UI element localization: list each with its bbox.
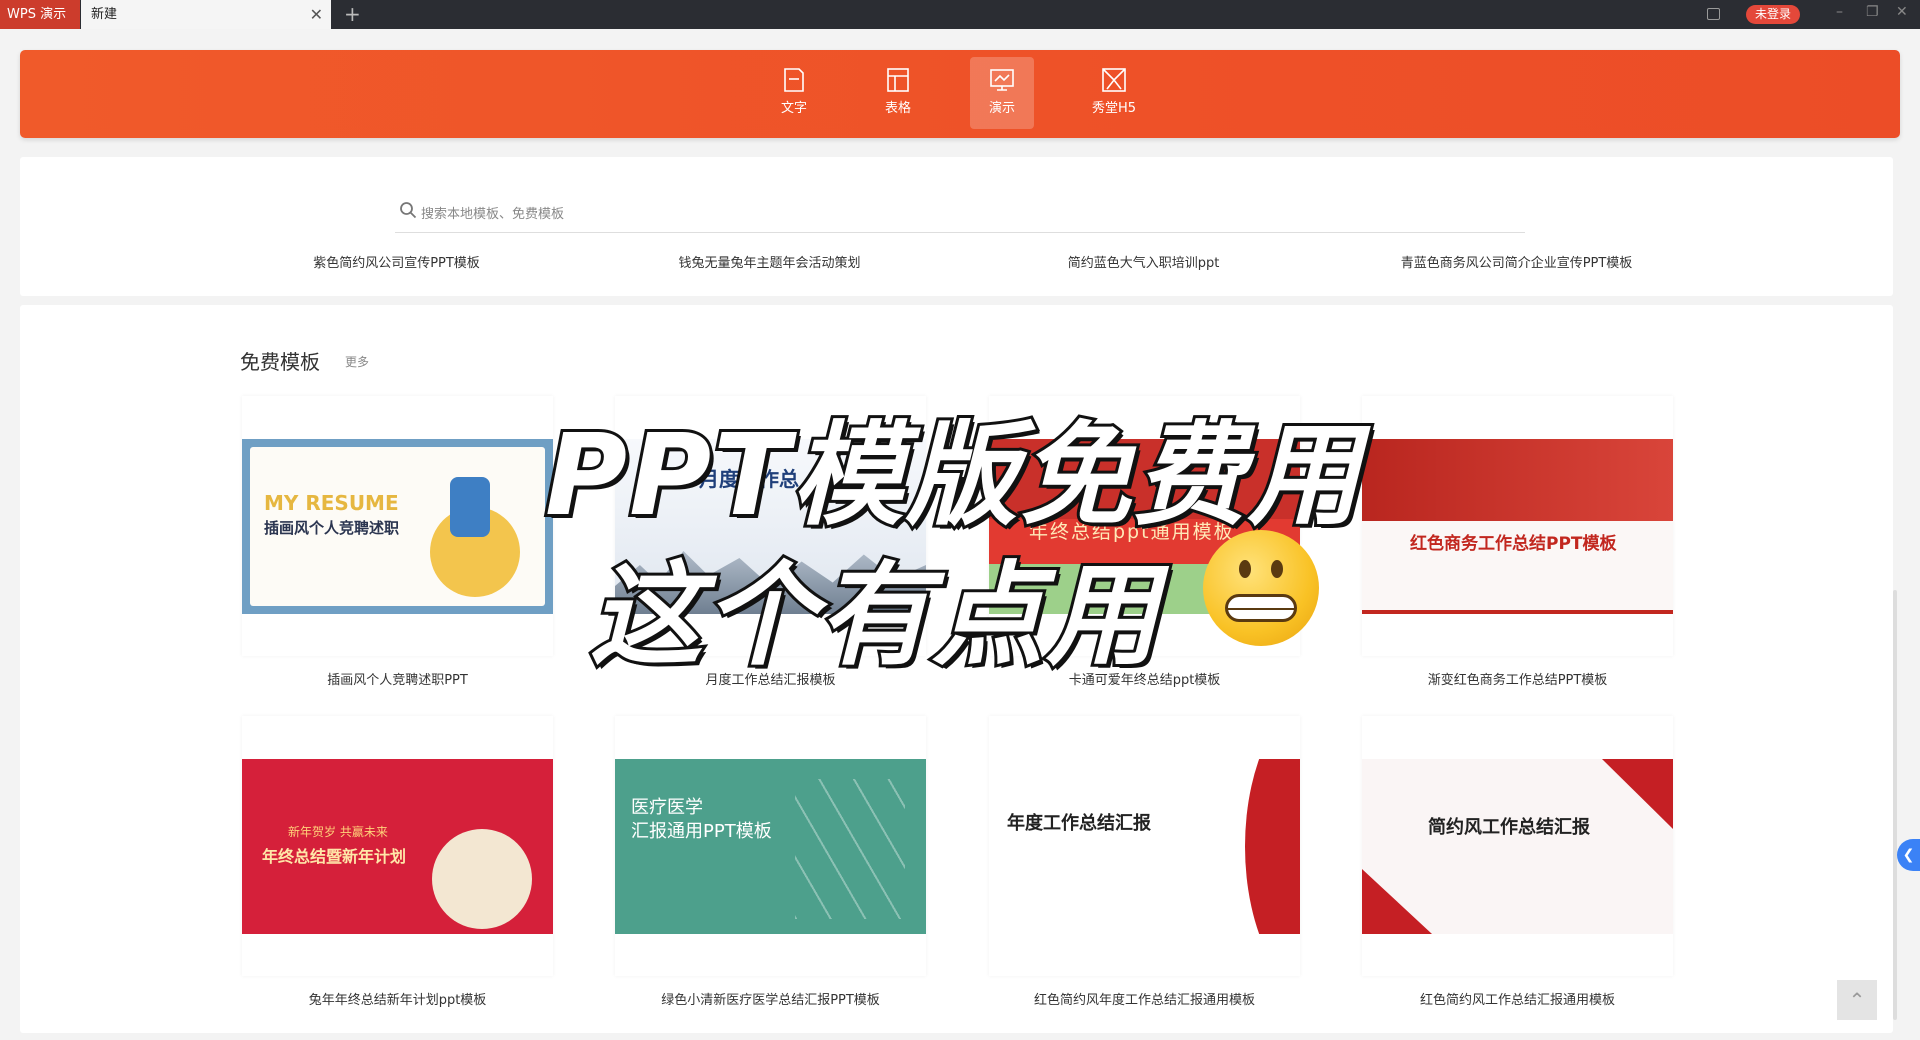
template-title[interactable]: 绿色小清新医疗医学总结汇报PPT模板	[615, 989, 926, 1008]
scrollbar[interactable]	[1893, 590, 1897, 1020]
template-card[interactable]: 新年贺岁 共赢未来 年终总结暨新年计划	[242, 716, 553, 976]
template-thumbnail[interactable]: 红色商务工作总结PPT模板	[1362, 439, 1673, 614]
illustration-rabbit	[432, 829, 532, 929]
category-label: 秀堂H5	[1091, 101, 1137, 116]
thumbnail-text: MY RESUME	[264, 491, 399, 515]
template-title[interactable]: 渐变红色商务工作总结PPT模板	[1362, 669, 1673, 688]
template-thumbnail[interactable]: 新年贺岁 共赢未来 年终总结暨新年计划	[242, 759, 553, 934]
search-underline	[395, 232, 1525, 233]
thumbnail-text: 红色商务工作总结PPT模板	[1410, 534, 1617, 554]
close-window-icon[interactable]: ✕	[1896, 4, 1908, 20]
template-title[interactable]: 插画风个人竞聘述职PPT	[242, 669, 553, 688]
presentation-icon	[990, 69, 1014, 91]
category-writer[interactable]: 文字	[762, 57, 826, 129]
thumbnail-text: 汇报通用PPT模板	[631, 821, 772, 842]
search-card	[20, 157, 1893, 296]
template-card[interactable]: 医疗医学 汇报通用PPT模板	[615, 716, 926, 976]
document-icon	[784, 68, 804, 92]
thumbnail-text: 年终总结暨新年计划	[262, 847, 407, 866]
thumbnail-text: 简约风工作总结汇报	[1428, 817, 1590, 838]
red-corner-bottom	[1362, 869, 1432, 934]
red-curve	[1245, 759, 1300, 934]
template-card[interactable]: MY RESUME 插画风个人竞聘述职	[242, 396, 553, 656]
category-bar: 文字 表格 演示 秀堂H5	[20, 50, 1900, 138]
red-corner-top	[1602, 759, 1673, 829]
thumbnail-text: 医疗医学	[631, 797, 703, 818]
template-title[interactable]: 兔年年终总结新年计划ppt模板	[242, 989, 553, 1008]
template-title[interactable]: 红色简约风年度工作总结汇报通用模板	[989, 989, 1300, 1008]
template-card[interactable]: 红色商务工作总结PPT模板	[1362, 396, 1673, 656]
category-label: 表格	[884, 101, 911, 116]
accent-line	[1362, 610, 1673, 614]
close-icon[interactable]: ✕	[310, 0, 323, 29]
section-title: 免费模板	[240, 350, 320, 374]
app-label[interactable]: WPS 演示	[0, 0, 80, 29]
tab-label: 新建	[91, 7, 118, 22]
h5-icon	[1102, 68, 1126, 92]
template-card[interactable]: 年度工作总结汇报	[989, 716, 1300, 976]
thumbnail-text: 插画风个人竞聘述职	[264, 519, 400, 537]
template-thumbnail[interactable]: 年度工作总结汇报	[989, 759, 1300, 934]
overlay-caption-line2: 这个有点用	[587, 548, 1161, 684]
restore-icon[interactable]: ❐	[1866, 4, 1879, 20]
search-icon	[400, 202, 417, 219]
grimacing-face-icon	[1203, 530, 1319, 646]
template-title[interactable]: 紫色简约风公司宣传PPT模板	[241, 252, 552, 271]
category-presentation[interactable]: 演示	[970, 57, 1034, 129]
template-title[interactable]: 青蓝色商务风公司简介企业宣传PPT模板	[1361, 252, 1672, 271]
overlay-caption-line1: PPT模版免费用	[542, 408, 1363, 544]
window-layout-icon[interactable]	[1707, 8, 1720, 20]
template-title[interactable]: 钱兔无量兔年主题年会活动策划	[614, 252, 925, 271]
more-link[interactable]: 更多	[345, 353, 369, 370]
back-to-top-button[interactable]: ⌃	[1837, 980, 1877, 1020]
template-thumbnail[interactable]: MY RESUME 插画风个人竞聘述职	[242, 439, 553, 614]
category-label: 演示	[988, 101, 1015, 116]
chevron-left-icon[interactable]: ❮	[1897, 839, 1920, 871]
illustration-person	[450, 477, 490, 537]
tab-new[interactable]: 新建 ✕	[81, 0, 331, 29]
add-tab-icon[interactable]: +	[344, 0, 361, 29]
template-card[interactable]: 简约风工作总结汇报	[1362, 716, 1673, 976]
search-input[interactable]: 搜索本地模板、免费模板	[421, 203, 564, 222]
category-h5[interactable]: 秀堂H5	[1082, 57, 1146, 129]
thumbnail-text: 年度工作总结汇报	[1007, 813, 1151, 834]
title-bar: WPS 演示 新建 ✕ + 未登录 – ❐ ✕	[0, 0, 1920, 29]
minimize-icon[interactable]: –	[1836, 4, 1843, 20]
template-title[interactable]: 红色简约风工作总结汇报通用模板	[1362, 989, 1673, 1008]
photo-band	[1362, 439, 1673, 521]
template-title[interactable]: 简约蓝色大气入职培训ppt	[988, 252, 1299, 271]
category-label: 文字	[780, 101, 807, 116]
table-icon	[887, 68, 909, 92]
hexagon-pattern	[795, 779, 905, 919]
login-button[interactable]: 未登录	[1746, 5, 1800, 24]
category-spreadsheet[interactable]: 表格	[866, 57, 930, 129]
template-thumbnail[interactable]: 简约风工作总结汇报	[1362, 759, 1673, 934]
template-thumbnail[interactable]: 医疗医学 汇报通用PPT模板	[615, 759, 926, 934]
thumbnail-text: 新年贺岁 共赢未来	[288, 825, 388, 839]
